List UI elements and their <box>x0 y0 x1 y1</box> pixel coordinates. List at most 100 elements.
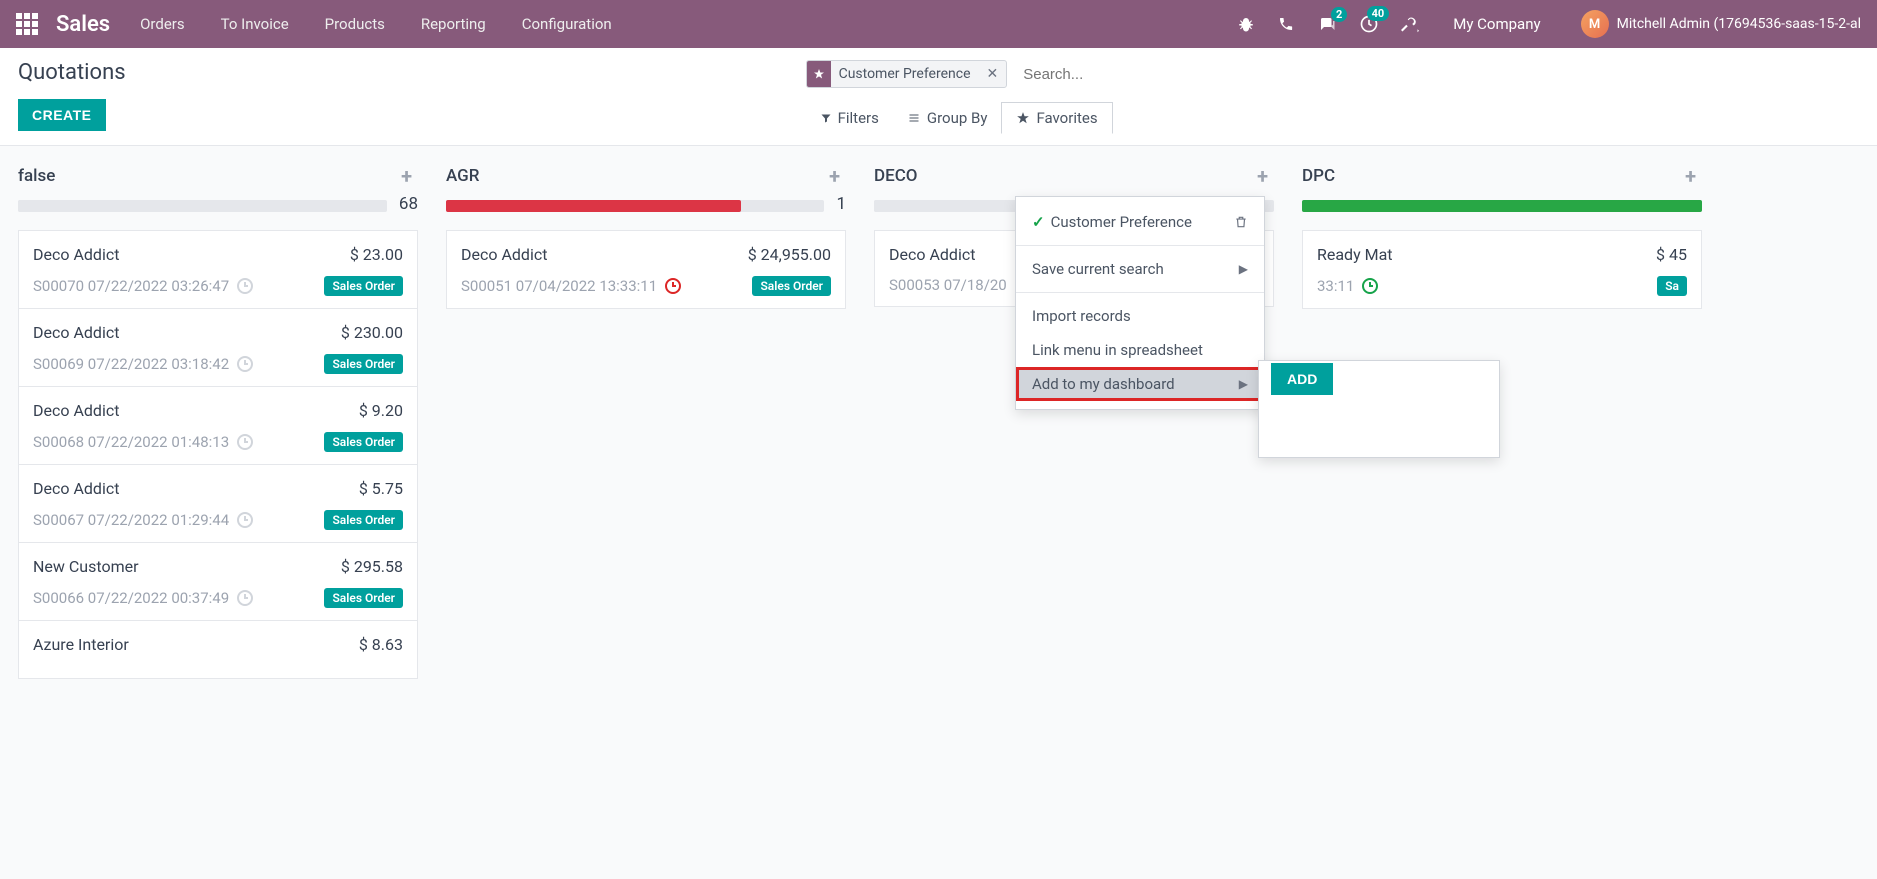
kanban-column: false+68Deco Addict$ 23.00S00070 07/22/2… <box>18 160 418 859</box>
card-amount: $ 295.58 <box>341 557 403 576</box>
clock-icon <box>237 434 253 450</box>
card-customer: Azure Interior <box>33 635 129 654</box>
groupby-button[interactable]: Group By <box>893 103 1002 133</box>
kanban-card[interactable]: Deco Addict $ 24,955.00 S00051 07/04/2022 … <box>446 230 846 309</box>
column-add-icon[interactable]: + <box>1257 164 1268 188</box>
star-icon <box>807 61 831 87</box>
company-name[interactable]: My Company <box>1453 15 1540 33</box>
menu-configuration[interactable]: Configuration <box>522 15 612 33</box>
card-meta: S00066 07/22/2022 00:37:49 <box>33 589 229 607</box>
column-count: 1 <box>836 194 846 214</box>
clock-icon <box>665 278 681 294</box>
fav-link-menu[interactable]: Link menu in spreadsheet <box>1016 333 1264 367</box>
column-progress-bar <box>18 200 387 212</box>
card-meta: S00070 07/22/2022 03:26:47 <box>33 277 229 295</box>
kanban-card[interactable]: New Customer $ 295.58 S00066 07/22/2022 00… <box>18 542 418 621</box>
fav-saved-item[interactable]: ✓ Customer Preference <box>1016 205 1264 239</box>
column-add-icon[interactable]: + <box>829 164 840 188</box>
column-add-icon[interactable]: + <box>1685 164 1696 188</box>
main-menu: Orders To Invoice Products Reporting Con… <box>140 15 612 33</box>
clock-icon <box>237 512 253 528</box>
favorites-button[interactable]: Favorites <box>1001 102 1112 134</box>
card-customer: Deco Addict <box>33 323 119 342</box>
clock-icon <box>237 278 253 294</box>
phone-icon[interactable] <box>1277 15 1295 33</box>
card-customer: Deco Addict <box>33 245 119 264</box>
column-title: AGR <box>446 166 479 186</box>
chevron-right-icon: ▶ <box>1239 377 1248 391</box>
clock-icon <box>1362 278 1378 294</box>
menu-to-invoice[interactable]: To Invoice <box>221 15 289 33</box>
user-menu[interactable]: M Mitchell Admin (17694536-saas-15-2-al <box>1581 10 1861 38</box>
card-customer: Deco Addict <box>889 245 975 264</box>
status-tag: Sales Order <box>324 588 403 608</box>
activities-icon[interactable]: 40 <box>1359 14 1379 34</box>
card-customer: Deco Addict <box>461 245 547 264</box>
messages-badge: 2 <box>1331 7 1347 22</box>
search-input[interactable] <box>1015 62 1877 87</box>
column-title: false <box>18 166 55 186</box>
card-amount: $ 9.20 <box>359 401 403 420</box>
kanban-card[interactable]: Deco Addict $ 5.75 S00067 07/22/2022 01:29… <box>18 464 418 543</box>
apps-icon[interactable] <box>16 13 38 35</box>
check-icon: ✓ <box>1032 213 1045 231</box>
menu-products[interactable]: Products <box>325 15 385 33</box>
chevron-right-icon: ▶ <box>1239 262 1248 276</box>
brand-title[interactable]: Sales <box>56 12 110 37</box>
control-panel: Quotations CREATE Customer Preference ✕ … <box>0 48 1877 146</box>
bug-icon[interactable] <box>1237 15 1255 33</box>
kanban-card[interactable]: Deco Addict $ 23.00 S00070 07/22/2022 03:2… <box>18 230 418 309</box>
filters-button[interactable]: Filters <box>806 103 893 133</box>
column-progress-bar <box>446 200 824 212</box>
search-facet: Customer Preference ✕ <box>806 60 1008 88</box>
card-amount: $ 5.75 <box>359 479 403 498</box>
filter-bar: Filters Group By Favorites <box>806 102 1877 144</box>
page-title: Quotations <box>18 60 126 85</box>
column-title: DECO <box>874 166 918 186</box>
card-meta: S00053 07/18/20 <box>889 276 1007 294</box>
card-customer: New Customer <box>33 557 139 576</box>
card-meta: S00067 07/22/2022 01:29:44 <box>33 511 229 529</box>
kanban-column: AGR +1 Deco Addict $ 24,955.00 S00051 07/04/… <box>446 160 846 859</box>
card-amount: $ 24,955.00 <box>748 245 831 264</box>
card-amount: $ 23.00 <box>350 245 403 264</box>
status-tag: Sa <box>1657 276 1687 296</box>
clock-icon <box>237 590 253 606</box>
column-progress-bar <box>1302 200 1702 212</box>
status-tag: Sales Order <box>324 510 403 530</box>
create-button[interactable]: CREATE <box>18 99 106 131</box>
top-navbar: Sales Orders To Invoice Products Reporti… <box>0 0 1877 48</box>
card-meta: S00068 07/22/2022 01:48:13 <box>33 433 229 451</box>
kanban-card[interactable]: Deco Addict $ 9.20 S00068 07/22/2022 01:48… <box>18 386 418 465</box>
messages-icon[interactable]: 2 <box>1317 15 1337 33</box>
facet-remove[interactable]: ✕ <box>979 66 1007 82</box>
kanban-card[interactable]: Ready Mat$ 4533:11Sa <box>1302 230 1702 309</box>
navbar-right: 2 40 My Company M Mitchell Admin (176945… <box>1237 10 1861 38</box>
add-button[interactable]: ADD <box>1271 363 1333 395</box>
fav-save-search[interactable]: Save current search ▶ <box>1016 252 1264 286</box>
status-tag: Sales Order <box>324 432 403 452</box>
kanban-card[interactable]: Deco Addict$ 230.00S00069 07/22/2022 03:… <box>18 308 418 387</box>
user-name: Mitchell Admin (17694536-saas-15-2-al <box>1617 16 1861 32</box>
tools-icon[interactable] <box>1401 15 1419 33</box>
kanban-card[interactable]: Azure Interior$ 8.63 <box>18 620 418 679</box>
status-tag: Sales Order <box>324 354 403 374</box>
trash-icon[interactable] <box>1234 215 1248 229</box>
card-customer: Deco Addict <box>33 401 119 420</box>
fav-import[interactable]: Import records <box>1016 299 1264 333</box>
kanban-view: false+68Deco Addict$ 23.00S00070 07/22/2… <box>0 146 1877 859</box>
card-meta: S00069 07/22/2022 03:18:42 <box>33 355 229 373</box>
menu-reporting[interactable]: Reporting <box>421 15 486 33</box>
facet-label: Customer Preference <box>831 66 979 82</box>
favorites-dropdown: ✓ Customer Preference Save current searc… <box>1015 196 1265 410</box>
column-add-icon[interactable]: + <box>401 164 412 188</box>
menu-orders[interactable]: Orders <box>140 15 185 33</box>
card-amount: $ 45 <box>1656 245 1687 264</box>
card-customer: Deco Addict <box>33 479 119 498</box>
column-title: DPC <box>1302 166 1335 186</box>
status-tag: Sales Order <box>324 276 403 296</box>
status-tag: Sales Order <box>752 276 831 296</box>
card-customer: Ready Mat <box>1317 245 1393 264</box>
fav-add-dashboard[interactable]: Add to my dashboard ▶ <box>1016 367 1264 401</box>
card-meta: S00051 07/04/2022 13:33:11 <box>461 277 657 295</box>
